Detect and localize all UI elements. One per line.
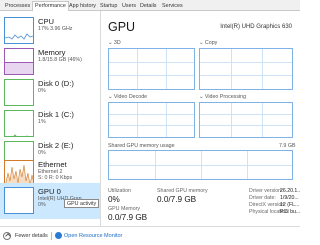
footer-divider: [51, 232, 52, 240]
sidebar-item-detail: 1.8/15.8 GB (46%): [38, 57, 82, 63]
cpu-thumbnail-graph: [4, 17, 34, 44]
tab-details[interactable]: Details: [137, 1, 159, 11]
sidebar-item-label: Disk 1 (C:): [38, 110, 74, 119]
sidebar-item-label: Ethernet: [38, 160, 67, 169]
engine-copy-label[interactable]: ⌄ Copy: [199, 40, 217, 46]
gpu-activity-tooltip: GPU activity: [64, 199, 100, 208]
engine-video-decode-graph: [108, 102, 195, 138]
engine-video-processing-graph: [199, 102, 293, 138]
engine-video-processing-label-text: Video Processing: [204, 94, 247, 100]
engine-copy-label-text: Copy: [204, 40, 218, 46]
sidebar-item-label: CPU: [38, 17, 55, 26]
tab-app-history[interactable]: App history: [66, 1, 99, 11]
memory-thumbnail-graph: [4, 48, 34, 75]
tab-bar: Processes Performance App history Startu…: [0, 0, 300, 12]
tab-processes[interactable]: Processes: [2, 1, 33, 11]
engine-3d-label-text: 3D: [113, 40, 121, 46]
sidebar-item-label: GPU 0: [38, 187, 61, 196]
shared-gpu-memory-graph: [108, 150, 293, 180]
open-resource-monitor-link[interactable]: Open Resource Monitor: [64, 233, 122, 239]
tab-startup[interactable]: Startup: [97, 1, 120, 11]
sidebar-item-label: Memory: [38, 48, 66, 57]
directx-version-value: 12 (FL...: [280, 202, 300, 208]
sidebar-item-label: Disk 0 (D:): [38, 79, 74, 88]
gpu-memory-value: 0.0/7.9 GB: [108, 213, 148, 222]
sidebar-item-detail: 17% 3.96 GHz: [38, 26, 73, 32]
footer-bar: Fewer details Open Resource Monitor: [0, 226, 300, 245]
driver-version-value: 26.20.1...: [280, 188, 300, 194]
utilization-value: 0%: [108, 195, 120, 204]
shared-gpu-memory-label: Shared GPU memory: [157, 188, 208, 194]
shared-gpu-memory-usage-label: Shared GPU memory usage: [108, 143, 175, 149]
engine-video-decode-label-text: Video Decode: [113, 94, 148, 100]
sidebar-item-detail: 0%: [38, 88, 46, 94]
driver-date-value: 1/9/20...: [280, 195, 299, 201]
engine-video-decode-label[interactable]: ⌄ Video Decode: [108, 94, 147, 100]
engine-copy-graph: [199, 48, 293, 90]
gpu-model-name: Intel(R) UHD Graphics 630: [220, 24, 292, 30]
gpu-thumbnail-graph: [4, 187, 34, 214]
disk-0-thumbnail-graph: [4, 79, 34, 106]
sidebar-item-utilization: 0%: [38, 202, 46, 208]
disk-1-thumbnail-graph: [4, 110, 34, 137]
gpu-memory-label: GPU Memory: [108, 206, 141, 212]
sidebar-item-label: Disk 2 (E:): [38, 141, 74, 150]
shared-gpu-memory-max: 7.9 GB: [279, 143, 296, 149]
engine-3d-graph: [108, 48, 195, 90]
driver-version-label: Driver version:: [249, 188, 283, 194]
sidebar-item-detail: 1%: [38, 119, 46, 125]
sidebar-item-throughput: S: 0 R: 0 Kbps: [38, 175, 73, 181]
tab-services[interactable]: Services: [159, 1, 186, 11]
resource-monitor-icon[interactable]: [55, 232, 62, 239]
driver-date-label: Driver date:: [249, 195, 276, 201]
gpu-detail-panel: GPU Intel(R) UHD Graphics 630 ⌄ 3D ⌄ Cop…: [101, 11, 300, 226]
shared-gpu-memory-value: 0.0/7.9 GB: [157, 195, 197, 204]
engine-3d-label[interactable]: ⌄ 3D: [108, 40, 121, 46]
utilization-label: Utilization: [108, 188, 131, 194]
chevron-up-icon[interactable]: [3, 232, 11, 240]
fewer-details-button[interactable]: Fewer details: [15, 233, 48, 239]
engine-video-processing-label[interactable]: ⌄ Video Processing: [199, 94, 246, 100]
physical-location-value: PCI bu...: [280, 209, 300, 215]
resource-sidebar: CPU 17% 3.96 GHz Memory 1.8/15.8 GB (46%…: [0, 11, 101, 226]
page-title: GPU: [108, 20, 136, 34]
